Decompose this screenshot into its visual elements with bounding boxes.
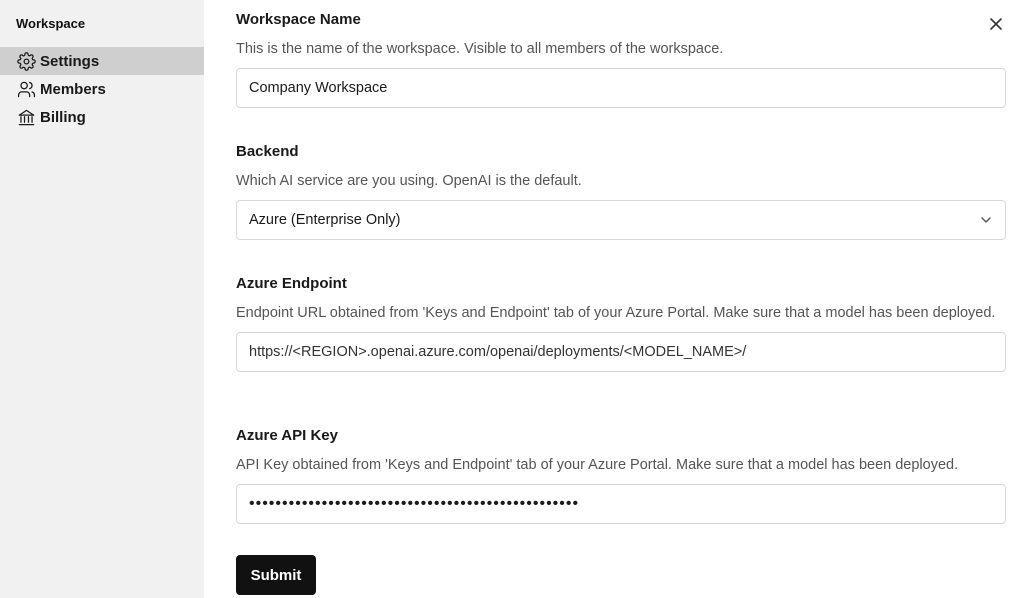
field-description: Which AI service are you using. OpenAI i… [236, 173, 582, 189]
azure-api-key-input[interactable]: ••••••••••••••••••••••••••••••••••••••••… [236, 484, 1006, 524]
backend-field: Backend Which AI service are you using. … [236, 142, 1006, 240]
sidebar-item-billing[interactable]: Billing [0, 103, 204, 131]
backend-select-value: Azure (Enterprise Only) [249, 212, 401, 228]
bank-icon [16, 107, 36, 127]
field-description: This is the name of the workspace. Visib… [236, 41, 724, 57]
field-label: Azure API Key [236, 427, 338, 444]
workspace-name-field: Workspace Name This is the name of the w… [236, 10, 1006, 108]
azure-endpoint-field: Azure Endpoint Endpoint URL obtained fro… [236, 274, 1006, 372]
backend-select[interactable]: Azure (Enterprise Only) [236, 200, 1006, 240]
field-description: Endpoint URL obtained from 'Keys and End… [236, 305, 996, 321]
sidebar: Workspace Settings Members Billing [0, 0, 204, 598]
field-label: Azure Endpoint [236, 275, 347, 292]
sidebar-item-settings[interactable]: Settings [0, 47, 204, 75]
sidebar-item-members[interactable]: Members [0, 75, 204, 103]
sidebar-item-label: Billing [40, 108, 86, 126]
field-description: API Key obtained from 'Keys and Endpoint… [236, 457, 959, 473]
chevron-down-icon [981, 217, 991, 223]
azure-endpoint-input[interactable]: https://<REGION>.openai.azure.com/openai… [236, 332, 1006, 372]
sidebar-item-label: Settings [40, 52, 100, 70]
field-label: Workspace Name [236, 11, 361, 28]
submit-button[interactable]: Submit [236, 555, 316, 595]
gear-icon [16, 51, 36, 71]
users-icon [16, 79, 36, 99]
workspace-name-input[interactable]: Company Workspace [236, 68, 1006, 108]
field-label: Backend [236, 143, 299, 160]
app-window: Workspace Settings Members Billing Works… [0, 0, 1022, 598]
sidebar-item-label: Members [40, 80, 106, 98]
sidebar-title: Workspace [16, 16, 86, 31]
settings-panel: Workspace Name This is the name of the w… [204, 0, 1022, 598]
azure-api-key-field: Azure API Key API Key obtained from 'Key… [236, 426, 1006, 524]
